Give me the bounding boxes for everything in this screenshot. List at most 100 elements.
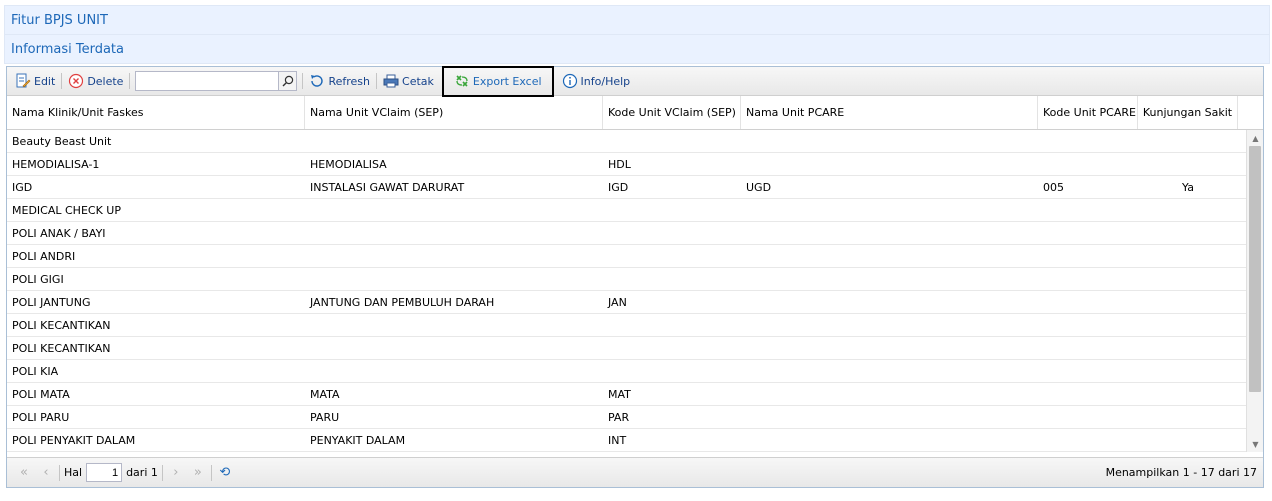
table-cell bbox=[603, 268, 741, 290]
prev-page-icon[interactable]: ‹ bbox=[35, 465, 57, 480]
delete-label: Delete bbox=[87, 74, 124, 88]
table-row[interactable]: POLI GIGI bbox=[7, 268, 1263, 291]
column-header[interactable]: Kode Unit VClaim (SEP) bbox=[603, 96, 741, 129]
table-cell: 005 bbox=[1043, 180, 1064, 194]
info-help-button[interactable]: Info/Help bbox=[558, 70, 635, 92]
table-cell bbox=[1138, 245, 1238, 267]
table-cell bbox=[305, 222, 603, 244]
table-cell: HEMODIALISA-1 bbox=[12, 157, 100, 171]
toolbar-separator bbox=[129, 73, 131, 89]
table-cell bbox=[741, 337, 1038, 359]
table-row[interactable]: POLI ANAK / BAYI bbox=[7, 222, 1263, 245]
toolbar-separator bbox=[376, 73, 378, 89]
table-cell bbox=[1038, 245, 1138, 267]
table-cell: JAN bbox=[608, 295, 627, 309]
scroll-up-icon[interactable]: ▲ bbox=[1247, 131, 1263, 145]
table-cell bbox=[603, 314, 741, 336]
table-row[interactable]: POLI KIA bbox=[7, 360, 1263, 383]
pager-refresh-icon[interactable]: ⟲ bbox=[214, 465, 236, 480]
refresh-button[interactable]: Refresh bbox=[305, 70, 374, 92]
table-cell: JANTUNG DAN PEMBULUH DARAH bbox=[310, 295, 495, 309]
table-cell bbox=[1038, 153, 1138, 175]
delete-icon bbox=[69, 73, 84, 89]
table-cell bbox=[1138, 429, 1238, 451]
table-cell: MATA bbox=[310, 387, 340, 401]
toolbar-separator bbox=[61, 73, 63, 89]
section-title: Informasi Terdata bbox=[4, 35, 1270, 64]
printer-icon bbox=[383, 74, 399, 88]
grid-body: Beauty Beast Unit HEMODIALISA-1 HEMODIALIS… bbox=[7, 130, 1263, 452]
table-cell bbox=[603, 360, 741, 382]
info-label: Info/Help bbox=[580, 74, 631, 88]
print-button[interactable]: Cetak bbox=[379, 70, 438, 92]
next-page-icon[interactable]: › bbox=[165, 465, 187, 480]
column-header[interactable]: Kunjungan Sakit bbox=[1138, 96, 1238, 129]
table-cell: HEMODIALISA bbox=[310, 157, 387, 171]
print-label: Cetak bbox=[402, 74, 434, 88]
table-row[interactable]: POLI KECANTIKAN bbox=[7, 337, 1263, 360]
refresh-icon bbox=[311, 75, 324, 87]
table-row[interactable]: POLI PENYAKIT DALAM PENYAKIT DALAM INT bbox=[7, 429, 1263, 452]
first-page-icon[interactable]: « bbox=[13, 465, 35, 480]
export-excel-button[interactable]: Export Excel bbox=[450, 70, 546, 92]
page-number-input[interactable] bbox=[86, 463, 123, 482]
table-cell: INSTALASI GAWAT DARURAT bbox=[310, 180, 465, 194]
table-cell bbox=[741, 245, 1038, 267]
table-cell: PENYAKIT DALAM bbox=[310, 433, 406, 447]
search-box bbox=[135, 71, 298, 91]
last-page-icon[interactable]: » bbox=[187, 465, 209, 480]
table-cell: MAT bbox=[608, 387, 631, 401]
edit-icon bbox=[16, 73, 31, 88]
table-cell bbox=[741, 222, 1038, 244]
page-count: dari 1 bbox=[126, 466, 158, 479]
table-cell bbox=[1038, 268, 1138, 290]
table-row[interactable]: POLI PARU PARU PAR bbox=[7, 406, 1263, 429]
export-highlight: Export Excel bbox=[441, 65, 554, 97]
table-cell bbox=[1038, 406, 1138, 428]
grid-panel: Edit Delete Refresh Cetak Export Excel I… bbox=[6, 65, 1264, 488]
table-cell bbox=[1138, 130, 1238, 152]
column-header[interactable]: Kode Unit PCARE bbox=[1038, 96, 1138, 129]
table-cell bbox=[603, 222, 741, 244]
table-cell bbox=[1038, 383, 1138, 405]
table-row[interactable]: POLI JANTUNG JANTUNG DAN PEMBULUH DARAH JA… bbox=[7, 291, 1263, 314]
table-cell: POLI PENYAKIT DALAM bbox=[12, 433, 136, 447]
table-row[interactable]: MEDICAL CHECK UP bbox=[7, 199, 1263, 222]
table-cell bbox=[305, 337, 603, 359]
excel-export-icon bbox=[456, 75, 468, 87]
table-cell: HDL bbox=[608, 157, 631, 171]
table-row[interactable]: POLI ANDRI bbox=[7, 245, 1263, 268]
table-cell bbox=[305, 360, 603, 382]
table-cell: POLI JANTUNG bbox=[12, 295, 91, 309]
pager-separator bbox=[59, 464, 60, 481]
info-icon bbox=[562, 73, 577, 89]
toolbar: Edit Delete Refresh Cetak Export Excel I… bbox=[7, 65, 1263, 97]
table-cell bbox=[741, 268, 1038, 290]
table-cell bbox=[1138, 153, 1238, 175]
scroll-thumb[interactable] bbox=[1249, 146, 1261, 392]
table-row[interactable]: HEMODIALISA-1 HEMODIALISA HDL bbox=[7, 153, 1263, 176]
scroll-down-icon[interactable]: ▼ bbox=[1247, 437, 1263, 451]
table-row[interactable]: Beauty Beast Unit bbox=[7, 130, 1263, 153]
column-header[interactable]: Nama Unit VClaim (SEP) bbox=[305, 96, 603, 129]
table-cell: POLI PARU bbox=[12, 410, 70, 424]
table-cell bbox=[1138, 360, 1238, 382]
table-row[interactable]: POLI KECANTIKAN bbox=[7, 314, 1263, 337]
edit-button[interactable]: Edit bbox=[11, 70, 59, 92]
vertical-scrollbar[interactable]: ▲ ▼ bbox=[1246, 130, 1263, 452]
table-cell bbox=[741, 153, 1038, 175]
column-header[interactable]: Nama Klinik/Unit Faskes bbox=[7, 96, 305, 129]
delete-button[interactable]: Delete bbox=[64, 70, 127, 92]
pager-separator bbox=[161, 464, 163, 481]
table-row[interactable]: POLI MATA MATA MAT bbox=[7, 383, 1263, 406]
table-cell bbox=[741, 383, 1038, 405]
column-header[interactable]: Nama Unit PCARE bbox=[741, 96, 1038, 129]
table-cell bbox=[305, 245, 603, 267]
edit-label: Edit bbox=[34, 74, 56, 88]
search-input[interactable] bbox=[135, 71, 280, 91]
table-row[interactable]: IGD INSTALASI GAWAT DARURAT IGD UGD 005 Ya bbox=[7, 176, 1263, 199]
table-cell bbox=[305, 199, 603, 221]
table-cell bbox=[1038, 429, 1138, 451]
table-cell bbox=[1038, 291, 1138, 313]
search-button[interactable] bbox=[279, 71, 298, 91]
